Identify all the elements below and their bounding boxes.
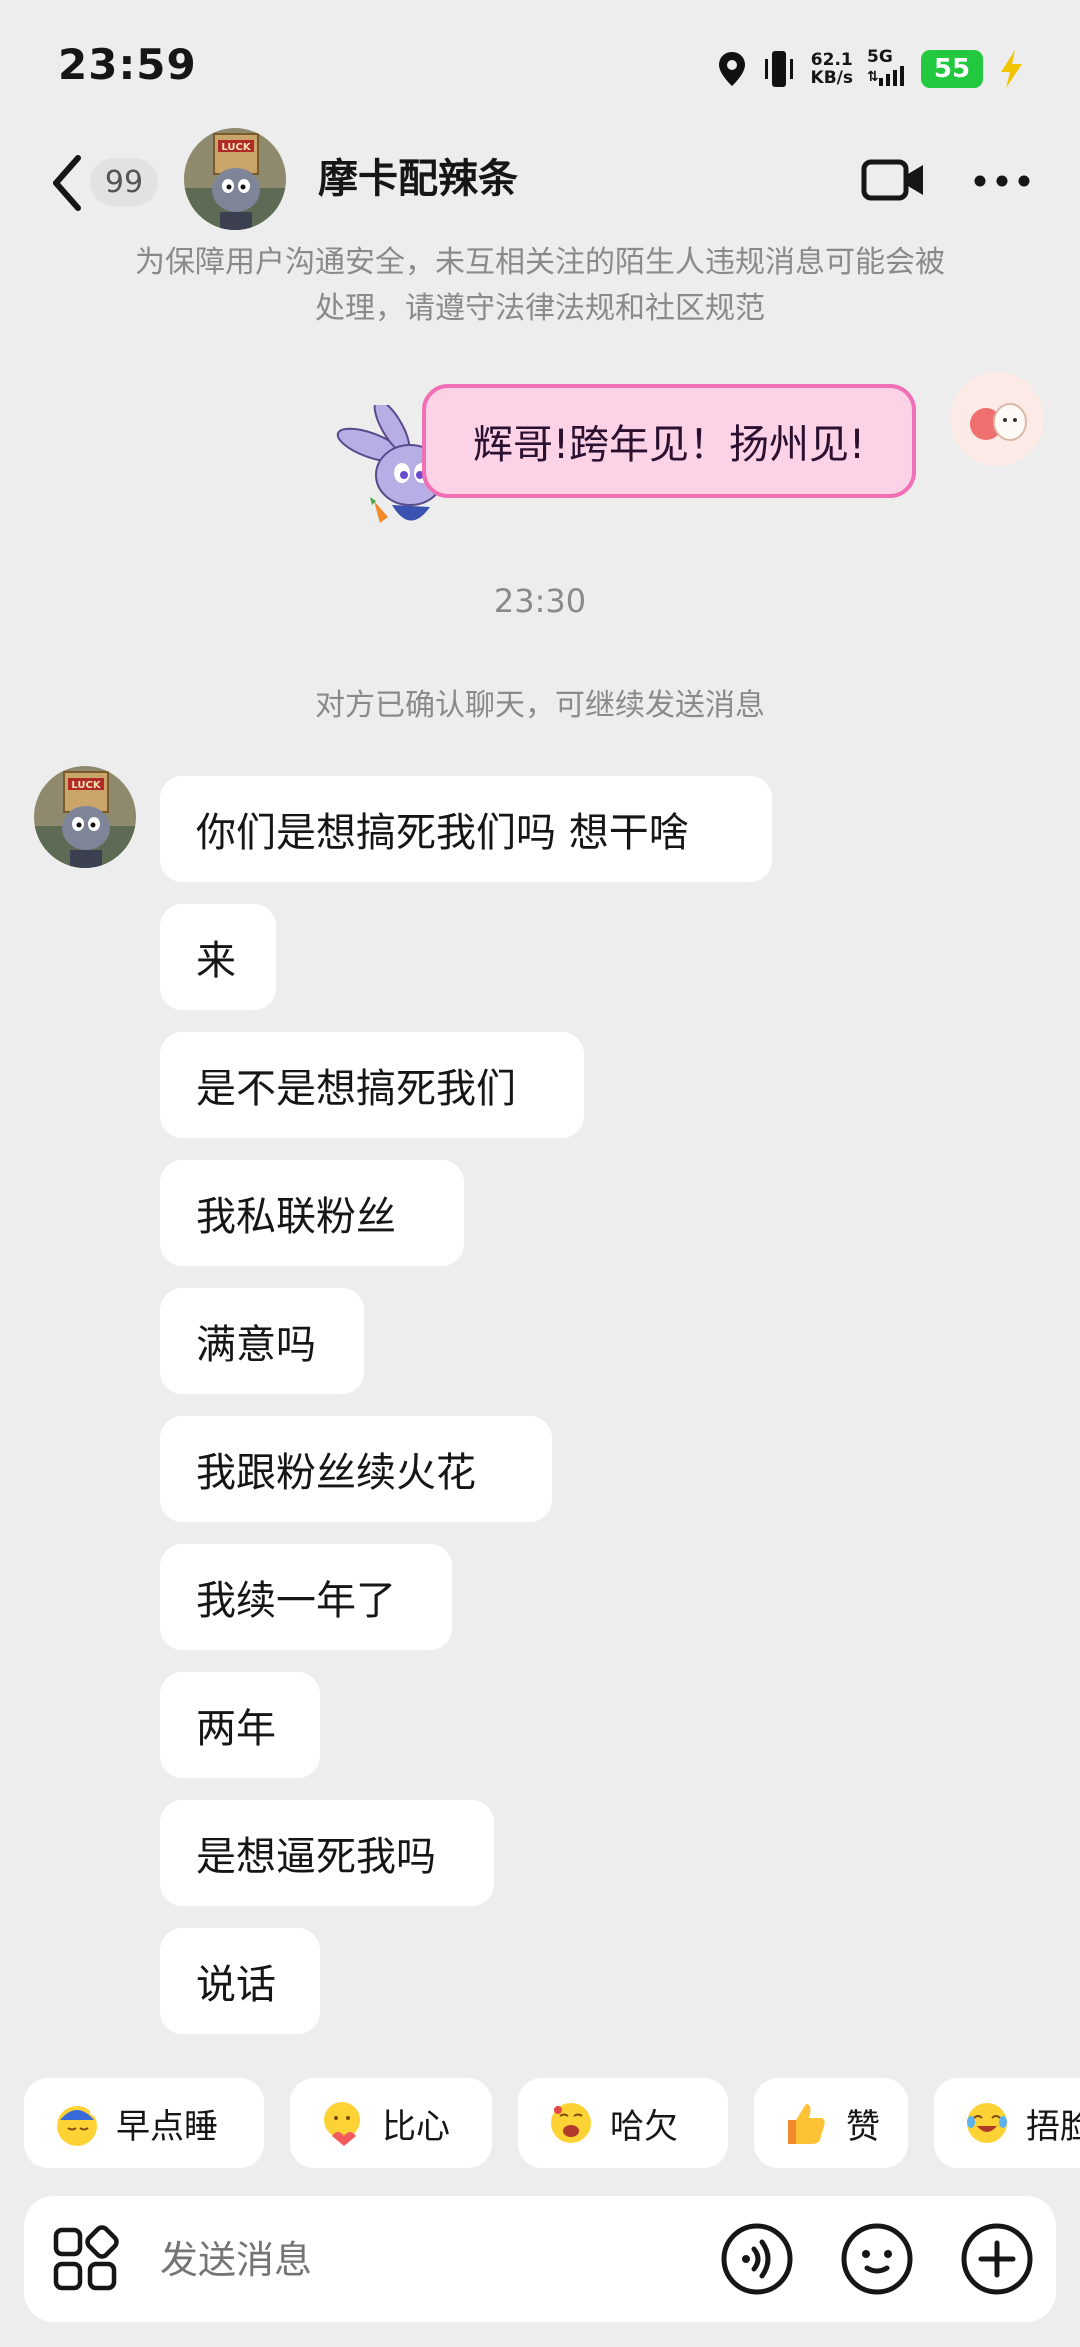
- message-bubble[interactable]: 说话: [160, 1928, 320, 2034]
- quick-reply-thumbs-up[interactable]: 赞: [754, 2078, 908, 2168]
- quick-reply-yawn[interactable]: 哈欠: [518, 2078, 728, 2168]
- message-timestamp: 23:30: [493, 582, 587, 620]
- yawn-emoji-icon: [551, 2103, 591, 2143]
- network-speed: 62.1 KB/s: [810, 50, 853, 88]
- message-input-bar: [24, 2196, 1056, 2322]
- contact-message-avatar[interactable]: LUCK: [34, 766, 136, 868]
- my-avatar[interactable]: [950, 372, 1044, 466]
- contact-avatar[interactable]: LUCK: [184, 128, 286, 230]
- quick-reply-facepalm[interactable]: 捂脸: [934, 2078, 1080, 2168]
- my-message-bubble[interactable]: 辉哥!跨年见！扬州见!: [422, 384, 916, 498]
- chat-header: 99 LUCK 摩卡配辣条: [0, 128, 1080, 238]
- location-icon: [718, 52, 745, 86]
- vibrate-icon: [764, 51, 793, 87]
- quick-reply-bar: 早点睡 比心 哈欠 赞 捂脸: [24, 2078, 1080, 2168]
- message-bubble[interactable]: 是想逼死我吗: [160, 1800, 494, 1906]
- status-time: 23:59: [58, 40, 197, 89]
- message-bubble[interactable]: 你们是想搞死我们吗 想干啥: [160, 776, 772, 882]
- message-bubble[interactable]: 两年: [160, 1672, 320, 1778]
- avatar-image: LUCK: [184, 128, 286, 230]
- video-call-icon[interactable]: [860, 150, 928, 210]
- apps-icon[interactable]: [50, 2224, 120, 2294]
- svg-text:⇅: ⇅: [867, 69, 879, 85]
- emoji-icon[interactable]: [838, 2220, 916, 2298]
- quick-reply-heart[interactable]: 比心: [290, 2078, 492, 2168]
- svg-text:LUCK: LUCK: [71, 780, 101, 791]
- charging-icon: [1001, 50, 1022, 88]
- avatar-image: [950, 372, 1044, 466]
- contact-name[interactable]: 摩卡配辣条: [318, 146, 518, 204]
- network-type: 5G ⇅: [867, 48, 907, 90]
- more-icon[interactable]: [970, 156, 1034, 206]
- message-input[interactable]: [158, 2226, 682, 2294]
- heart-hands-emoji-icon: [324, 2102, 360, 2146]
- sleep-emoji-icon: [57, 2106, 98, 2146]
- status-icons: 62.1 KB/s 5G ⇅ 55: [717, 44, 1025, 94]
- back-icon[interactable]: [48, 152, 88, 214]
- safety-notice: 为保障用户沟通安全，未互相关注的陌生人违规消息可能会被处理，请遵守法律法规和社区…: [135, 245, 945, 326]
- signal-icon: ⇅: [867, 66, 904, 86]
- voice-icon[interactable]: [718, 2220, 796, 2298]
- thumbs-up-emoji-icon: [788, 2104, 825, 2144]
- my-message-text: 辉哥!跨年见！扬州见!: [472, 422, 866, 468]
- system-message: 对方已确认聊天，可继续发送消息: [315, 688, 765, 723]
- quick-reply-sleep[interactable]: 早点睡: [24, 2078, 264, 2168]
- message-bubble[interactable]: 我续一年了: [160, 1544, 452, 1650]
- avatar-image: LUCK: [34, 766, 136, 868]
- message-bubble[interactable]: 来: [160, 904, 276, 1010]
- unread-count-badge[interactable]: 99: [90, 158, 158, 206]
- battery-indicator: 55: [921, 50, 983, 88]
- plus-icon[interactable]: [958, 2220, 1036, 2298]
- facepalm-emoji-icon: [967, 2103, 1007, 2143]
- message-bubble[interactable]: 我私联粉丝: [160, 1160, 464, 1266]
- status-bar: 23:59 62.1 KB/s 5G ⇅ 55: [0, 0, 1080, 130]
- message-bubble[interactable]: 是不是想搞死我们: [160, 1032, 584, 1138]
- svg-text:LUCK: LUCK: [221, 142, 251, 153]
- message-bubble[interactable]: 满意吗: [160, 1288, 364, 1394]
- message-bubble[interactable]: 我跟粉丝续火花: [160, 1416, 552, 1522]
